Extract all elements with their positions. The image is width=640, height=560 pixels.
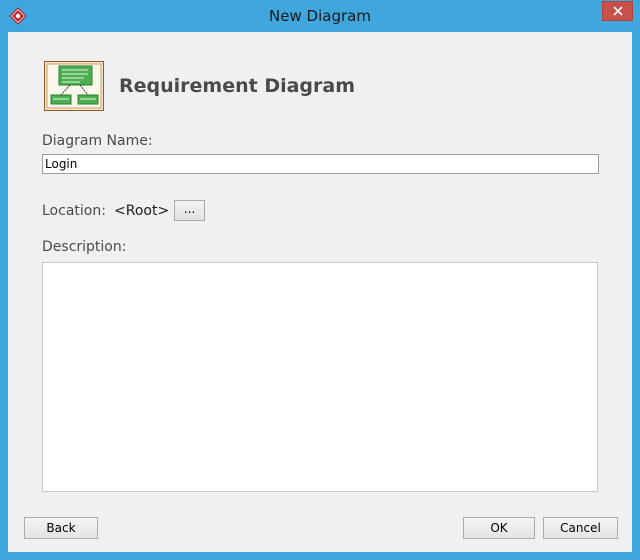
diagram-name-input[interactable] xyxy=(42,154,599,174)
new-diagram-window: New Diagram Requirement Diagram Diagram … xyxy=(0,0,640,560)
back-button[interactable]: Back xyxy=(24,517,98,539)
description-textarea[interactable] xyxy=(42,262,598,492)
close-icon xyxy=(613,6,623,16)
location-label: Location: xyxy=(42,203,106,219)
close-button[interactable] xyxy=(602,1,633,21)
description-label: Description: xyxy=(42,239,127,255)
diagram-name-label: Diagram Name: xyxy=(42,133,153,149)
dialog-body: Requirement Diagram Diagram Name: Locati… xyxy=(8,32,632,552)
cancel-button[interactable]: Cancel xyxy=(543,517,618,539)
browse-location-button[interactable]: ... xyxy=(174,200,205,221)
requirement-diagram-icon xyxy=(44,61,104,111)
title-bar[interactable]: New Diagram xyxy=(0,0,640,32)
location-value: <Root> xyxy=(114,203,170,219)
window-title: New Diagram xyxy=(269,7,371,25)
ok-button[interactable]: OK xyxy=(463,517,535,539)
diagram-type-heading: Requirement Diagram xyxy=(119,75,356,97)
